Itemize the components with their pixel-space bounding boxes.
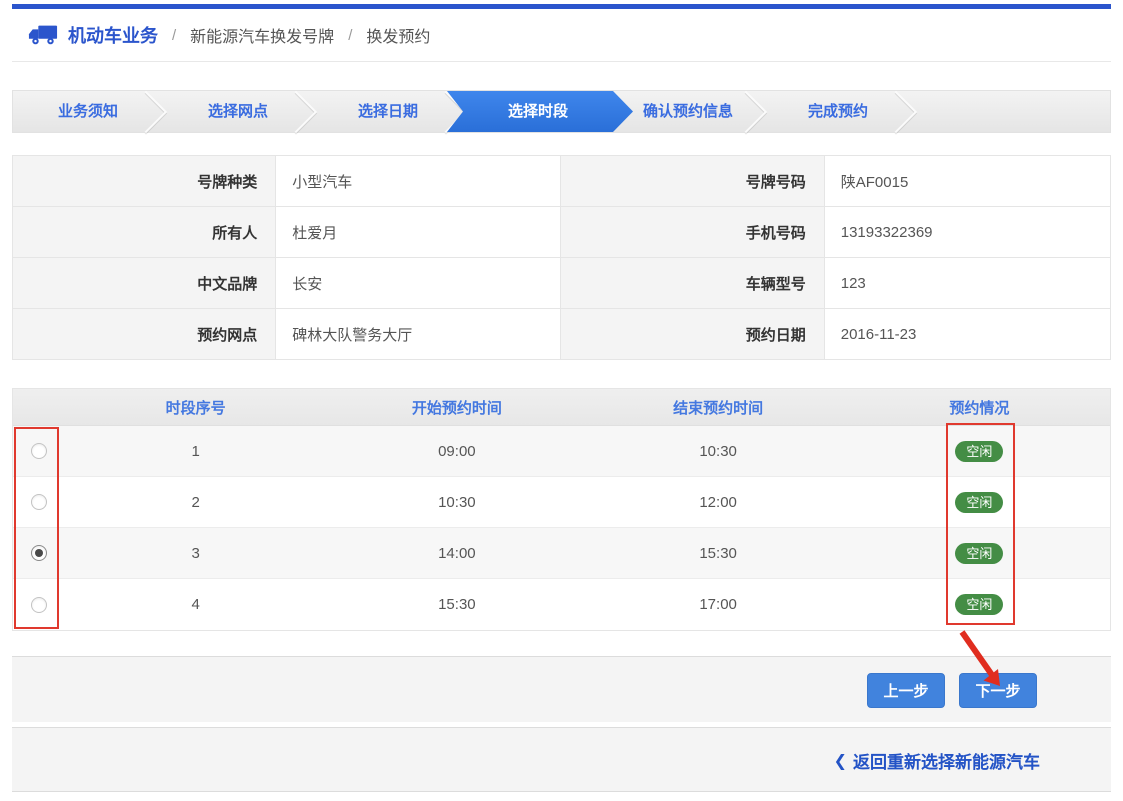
tab-select-branch[interactable]: 选择网点	[163, 91, 313, 132]
slot-seq: 3	[65, 528, 326, 578]
truck-icon	[28, 23, 58, 47]
date-value: 2016-11-23	[825, 309, 1110, 359]
tab-confirm-info[interactable]: 确认预约信息	[613, 91, 763, 132]
status-badge-free: 空闲	[955, 441, 1003, 462]
plate-type-label: 号牌种类	[13, 156, 276, 206]
tab-select-date[interactable]: 选择日期	[313, 91, 463, 132]
breadcrumb: 机动车业务 / 新能源汽车换发号牌 / 换发预约	[12, 9, 1111, 62]
status-badge-free: 空闲	[955, 594, 1003, 615]
return-link-label: 返回重新选择新能源汽车	[853, 748, 1040, 773]
slot-end-time: 10:30	[588, 426, 849, 476]
step-tabs: 业务须知 选择网点 选择日期 选择时段 确认预约信息 完成预约	[12, 90, 1111, 133]
phone-label: 手机号码	[561, 207, 824, 257]
slot-start-time: 14:00	[326, 528, 587, 578]
buttons-strip: 上一步 下一步	[12, 656, 1111, 722]
plate-type-value: 小型汽车	[276, 156, 561, 206]
prev-step-button[interactable]: 上一步	[867, 673, 945, 708]
slot-start-time: 09:00	[326, 426, 587, 476]
status-badge-free: 空闲	[955, 543, 1003, 564]
branch-label: 预约网点	[13, 309, 276, 359]
slot-start-time: 10:30	[326, 477, 587, 527]
brand-label: 中文品牌	[13, 258, 276, 308]
brand-value: 长安	[276, 258, 561, 308]
col-header-seq: 时段序号	[65, 389, 326, 425]
next-step-button[interactable]: 下一步	[959, 673, 1037, 708]
tab-business-notice[interactable]: 业务须知	[13, 91, 163, 132]
slot-radio-1[interactable]	[31, 443, 47, 459]
info-row: 所有人 杜爱月 手机号码 13193322369	[13, 207, 1110, 258]
slot-seq: 4	[65, 579, 326, 630]
button-group: 上一步 下一步	[867, 673, 1037, 708]
return-link[interactable]: ❮ 返回重新选择新能源汽车	[834, 748, 1040, 773]
owner-value: 杜爱月	[276, 207, 561, 257]
model-label: 车辆型号	[561, 258, 824, 308]
info-row: 号牌种类 小型汽车 号牌号码 陕AF0015	[13, 156, 1110, 207]
breadcrumb-item-vehicle-services[interactable]: 机动车业务	[68, 22, 158, 48]
timeslot-row-3: 3 14:00 15:30 空闲	[13, 528, 1110, 579]
timeslot-row-1: 1 09:00 10:30 空闲	[13, 426, 1110, 477]
radio-column-header	[13, 389, 65, 425]
step-tabs-filler	[913, 91, 1110, 132]
breadcrumb-item-plate-exchange[interactable]: 新能源汽车换发号牌	[190, 23, 334, 47]
slot-seq: 2	[65, 477, 326, 527]
owner-label: 所有人	[13, 207, 276, 257]
tab-finish[interactable]: 完成预约	[763, 91, 913, 132]
return-link-strip: ❮ 返回重新选择新能源汽车	[12, 727, 1111, 792]
plate-number-label: 号牌号码	[561, 156, 824, 206]
page: 机动车业务 / 新能源汽车换发号牌 / 换发预约 业务须知 选择网点 选择日期 …	[0, 0, 1123, 801]
slot-seq: 1	[65, 426, 326, 476]
phone-value: 13193322369	[825, 207, 1110, 257]
slot-end-time: 12:00	[588, 477, 849, 527]
breadcrumb-item-appointment: 换发预约	[366, 23, 430, 47]
breadcrumb-separator: /	[172, 27, 176, 44]
slot-end-time: 17:00	[588, 579, 849, 630]
col-header-end: 结束预约时间	[588, 389, 849, 425]
chevron-left-icon: ❮	[834, 751, 847, 771]
timeslot-table: 时段序号 开始预约时间 结束预约时间 预约情况 1 09:00 10:30 空闲…	[12, 388, 1111, 631]
info-row: 预约网点 碑林大队警务大厅 预约日期 2016-11-23	[13, 309, 1110, 360]
col-header-status: 预约情况	[849, 389, 1110, 425]
plate-number-value: 陕AF0015	[825, 156, 1110, 206]
timeslot-row-4: 4 15:30 17:00 空闲	[13, 579, 1110, 630]
model-value: 123	[825, 258, 1110, 308]
date-label: 预约日期	[561, 309, 824, 359]
slot-radio-4[interactable]	[31, 597, 47, 613]
slot-start-time: 15:30	[326, 579, 587, 630]
appointment-info-table: 号牌种类 小型汽车 号牌号码 陕AF0015 所有人 杜爱月 手机号码 1319…	[12, 155, 1111, 360]
status-badge-free: 空闲	[955, 492, 1003, 513]
tab-select-timeslot[interactable]: 选择时段	[463, 91, 613, 132]
breadcrumb-separator: /	[348, 27, 352, 44]
timeslot-table-header: 时段序号 开始预约时间 结束预约时间 预约情况	[13, 389, 1110, 426]
col-header-start: 开始预约时间	[326, 389, 587, 425]
timeslot-row-2: 2 10:30 12:00 空闲	[13, 477, 1110, 528]
info-row: 中文品牌 长安 车辆型号 123	[13, 258, 1110, 309]
slot-end-time: 15:30	[588, 528, 849, 578]
branch-value: 碑林大队警务大厅	[276, 309, 561, 359]
slot-radio-3[interactable]	[31, 545, 47, 561]
slot-radio-2[interactable]	[31, 494, 47, 510]
